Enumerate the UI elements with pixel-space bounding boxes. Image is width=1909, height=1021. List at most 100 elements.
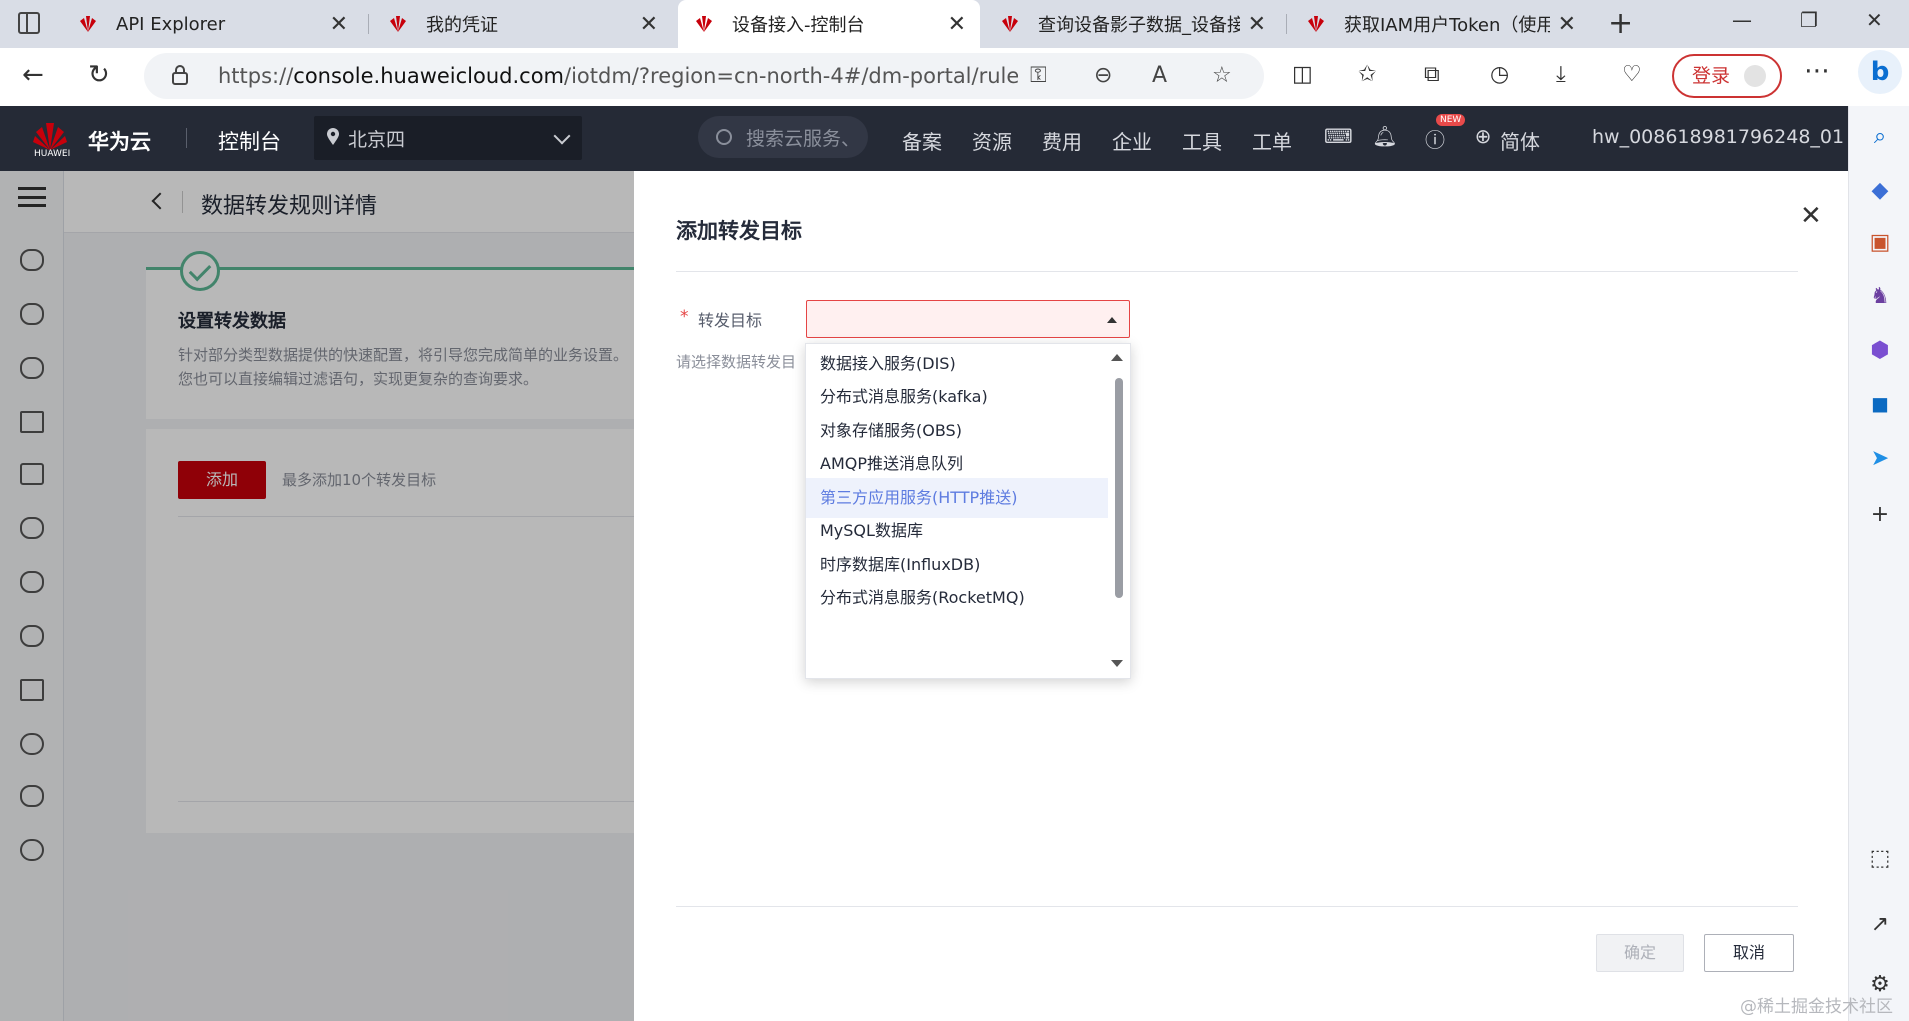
send-icon[interactable]: ➤ xyxy=(1866,446,1894,471)
tag-icon[interactable]: ◆ xyxy=(1866,178,1894,203)
add-sidebar-icon[interactable]: + xyxy=(1866,502,1894,527)
chevron-down-icon xyxy=(553,127,571,145)
key-icon[interactable]: ⚿ xyxy=(1030,63,1047,88)
brand-name[interactable]: 华为云 xyxy=(88,126,151,156)
tab-credentials[interactable]: 我的凭证 ✕ xyxy=(372,0,672,48)
new-badge: NEW xyxy=(1436,114,1466,126)
bing-copilot-icon[interactable]: b xyxy=(1858,50,1902,94)
target-select[interactable] xyxy=(806,300,1130,338)
new-tab-icon[interactable]: + xyxy=(1608,6,1633,41)
required-mark: * xyxy=(680,307,689,327)
minimize-icon[interactable]: — xyxy=(1732,8,1752,32)
refresh-icon[interactable]: ↻ xyxy=(88,60,110,90)
close-tab-icon[interactable]: ✕ xyxy=(1558,12,1576,37)
office-icon[interactable]: ⬢ xyxy=(1866,338,1894,363)
globe-icon[interactable]: ⊕ xyxy=(1470,124,1496,150)
favorites-icon[interactable]: ✩ xyxy=(1358,62,1376,87)
browser-toolbar: ← ↻ https://console.huaweicloud.com/iotd… xyxy=(0,48,1909,106)
username[interactable]: hw_008618981796248_01 xyxy=(1592,126,1844,148)
help-icon[interactable]: ⓘ xyxy=(1422,124,1448,152)
screenshot-icon[interactable]: ⬚ xyxy=(1866,846,1894,871)
divider xyxy=(676,906,1798,907)
logo-text: HUAWEI xyxy=(34,149,71,159)
download-icon[interactable]: ⤓ xyxy=(1556,62,1566,87)
split-screen-icon[interactable]: ◫ xyxy=(1292,62,1313,87)
login-label: 登录 xyxy=(1692,65,1731,87)
divider xyxy=(676,271,1798,272)
modal-overlay[interactable] xyxy=(0,171,634,1021)
close-window-icon[interactable]: ✕ xyxy=(1866,8,1883,32)
tab-api-explorer[interactable]: API Explorer ✕ xyxy=(62,0,362,48)
scroll-down-icon[interactable] xyxy=(1111,660,1123,667)
browser-tab-strip: API Explorer ✕ 我的凭证 ✕ 设备接入-控制台 ✕ 查询设备影子数… xyxy=(0,0,1909,48)
confirm-button[interactable]: 确定 xyxy=(1596,934,1684,972)
close-tab-icon[interactable]: ✕ xyxy=(330,12,348,37)
nav-billing[interactable]: 费用 xyxy=(1042,126,1082,155)
games-icon[interactable]: ♞ xyxy=(1866,284,1894,309)
console-link[interactable]: 控制台 xyxy=(218,126,281,156)
tab-device-access[interactable]: 设备接入-控制台 ✕ xyxy=(678,0,980,48)
add-target-drawer: 添加转发目标 ✕ * 转发目标 请选择数据转发目 数据接入服务(DIS) 分布式… xyxy=(634,171,1848,1021)
url-prefix: https:// xyxy=(218,64,294,88)
language-label[interactable]: 简体 xyxy=(1500,126,1540,155)
search-icon[interactable]: ⌕ xyxy=(1866,124,1894,149)
tab-title: 获取IAM用户Token（使用 xyxy=(1344,15,1550,36)
service-search-input[interactable]: 搜索云服务、 xyxy=(698,116,868,158)
favorite-star-icon[interactable]: ☆ xyxy=(1212,63,1232,88)
nav-tools[interactable]: 工具 xyxy=(1182,126,1222,155)
edge-sidebar: ⌕ ◆ ▣ ♞ ⬢ ◼ ➤ + ⬚ ↗ ⚙ xyxy=(1848,106,1909,1021)
more-menu-icon[interactable]: ⋯ xyxy=(1804,56,1830,86)
huawei-favicon-icon xyxy=(1308,16,1324,32)
console-header: HUAWEI 华为云 控制台 北京四 搜索云服务、 备案 资源 费用 企业 工具… xyxy=(0,106,1848,171)
scroll-up-icon[interactable] xyxy=(1111,354,1123,361)
region-selector[interactable]: 北京四 xyxy=(314,116,582,160)
close-tab-icon[interactable]: ✕ xyxy=(948,12,966,37)
bell-icon[interactable]: 🔔︎ xyxy=(1372,124,1398,150)
external-link-icon[interactable]: ↗ xyxy=(1866,912,1894,937)
tab-title: API Explorer xyxy=(116,13,226,35)
lock-icon xyxy=(172,65,188,85)
outlook-icon[interactable]: ◼ xyxy=(1866,392,1894,417)
huawei-favicon-icon xyxy=(390,16,406,32)
back-icon[interactable]: ← xyxy=(22,60,44,90)
close-icon[interactable]: ✕ xyxy=(1800,201,1822,231)
field-error-text: 请选择数据转发目 xyxy=(676,353,797,371)
tab-device-shadow[interactable]: 查询设备影子数据_设备接 ✕ xyxy=(984,0,1280,48)
login-button[interactable]: 登录 xyxy=(1672,54,1782,98)
tab-title: 设备接入-控制台 xyxy=(732,15,865,36)
cancel-button[interactable]: 取消 xyxy=(1704,934,1794,972)
huawei-favicon-icon xyxy=(1002,16,1018,32)
huawei-favicon-icon xyxy=(80,16,96,32)
read-aloud-icon[interactable]: A xyxy=(1152,63,1167,88)
collections-icon[interactable]: ⧉ xyxy=(1424,62,1440,87)
search-placeholder: 搜索云服务、 xyxy=(746,128,861,150)
tab-actions-icon[interactable] xyxy=(18,12,40,34)
restore-icon[interactable]: ❐ xyxy=(1800,8,1818,32)
nav-resources[interactable]: 资源 xyxy=(972,126,1012,155)
address-bar[interactable]: https://console.huaweicloud.com/iotdm/?r… xyxy=(144,53,1264,99)
region-label: 北京四 xyxy=(348,129,406,151)
option-rocketmq[interactable]: 分布式消息服务(RocketMQ) xyxy=(806,578,1108,618)
url-host: console.huaweicloud.com xyxy=(293,64,565,88)
zoom-out-icon[interactable]: ⊖ xyxy=(1094,63,1112,88)
performance-icon[interactable]: ♡ xyxy=(1622,62,1642,87)
caret-up-icon xyxy=(1107,317,1117,323)
divider xyxy=(186,128,187,148)
nav-beian[interactable]: 备案 xyxy=(902,126,942,155)
tab-title: 查询设备影子数据_设备接 xyxy=(1038,15,1240,36)
close-tab-icon[interactable]: ✕ xyxy=(1248,12,1266,37)
toolbox-icon[interactable]: ▣ xyxy=(1866,230,1894,255)
history-icon[interactable]: ◷ xyxy=(1490,62,1509,87)
url-path: /iotdm/?region=cn-north-4#/dm-portal/rul… xyxy=(564,64,1018,88)
terminal-icon[interactable]: ⌨ xyxy=(1324,124,1353,150)
close-tab-icon[interactable]: ✕ xyxy=(640,12,658,37)
tab-separator xyxy=(368,14,369,34)
avatar xyxy=(1744,65,1766,87)
url-text[interactable]: https://console.huaweicloud.com/iotdm/?r… xyxy=(218,64,1018,88)
nav-enterprise[interactable]: 企业 xyxy=(1112,126,1152,155)
tab-iam-token[interactable]: 获取IAM用户Token（使用 ✕ xyxy=(1290,0,1590,48)
scrollbar-thumb[interactable] xyxy=(1115,378,1123,598)
nav-tickets[interactable]: 工单 xyxy=(1252,126,1292,155)
location-pin-icon xyxy=(327,128,339,145)
search-icon xyxy=(716,129,732,145)
